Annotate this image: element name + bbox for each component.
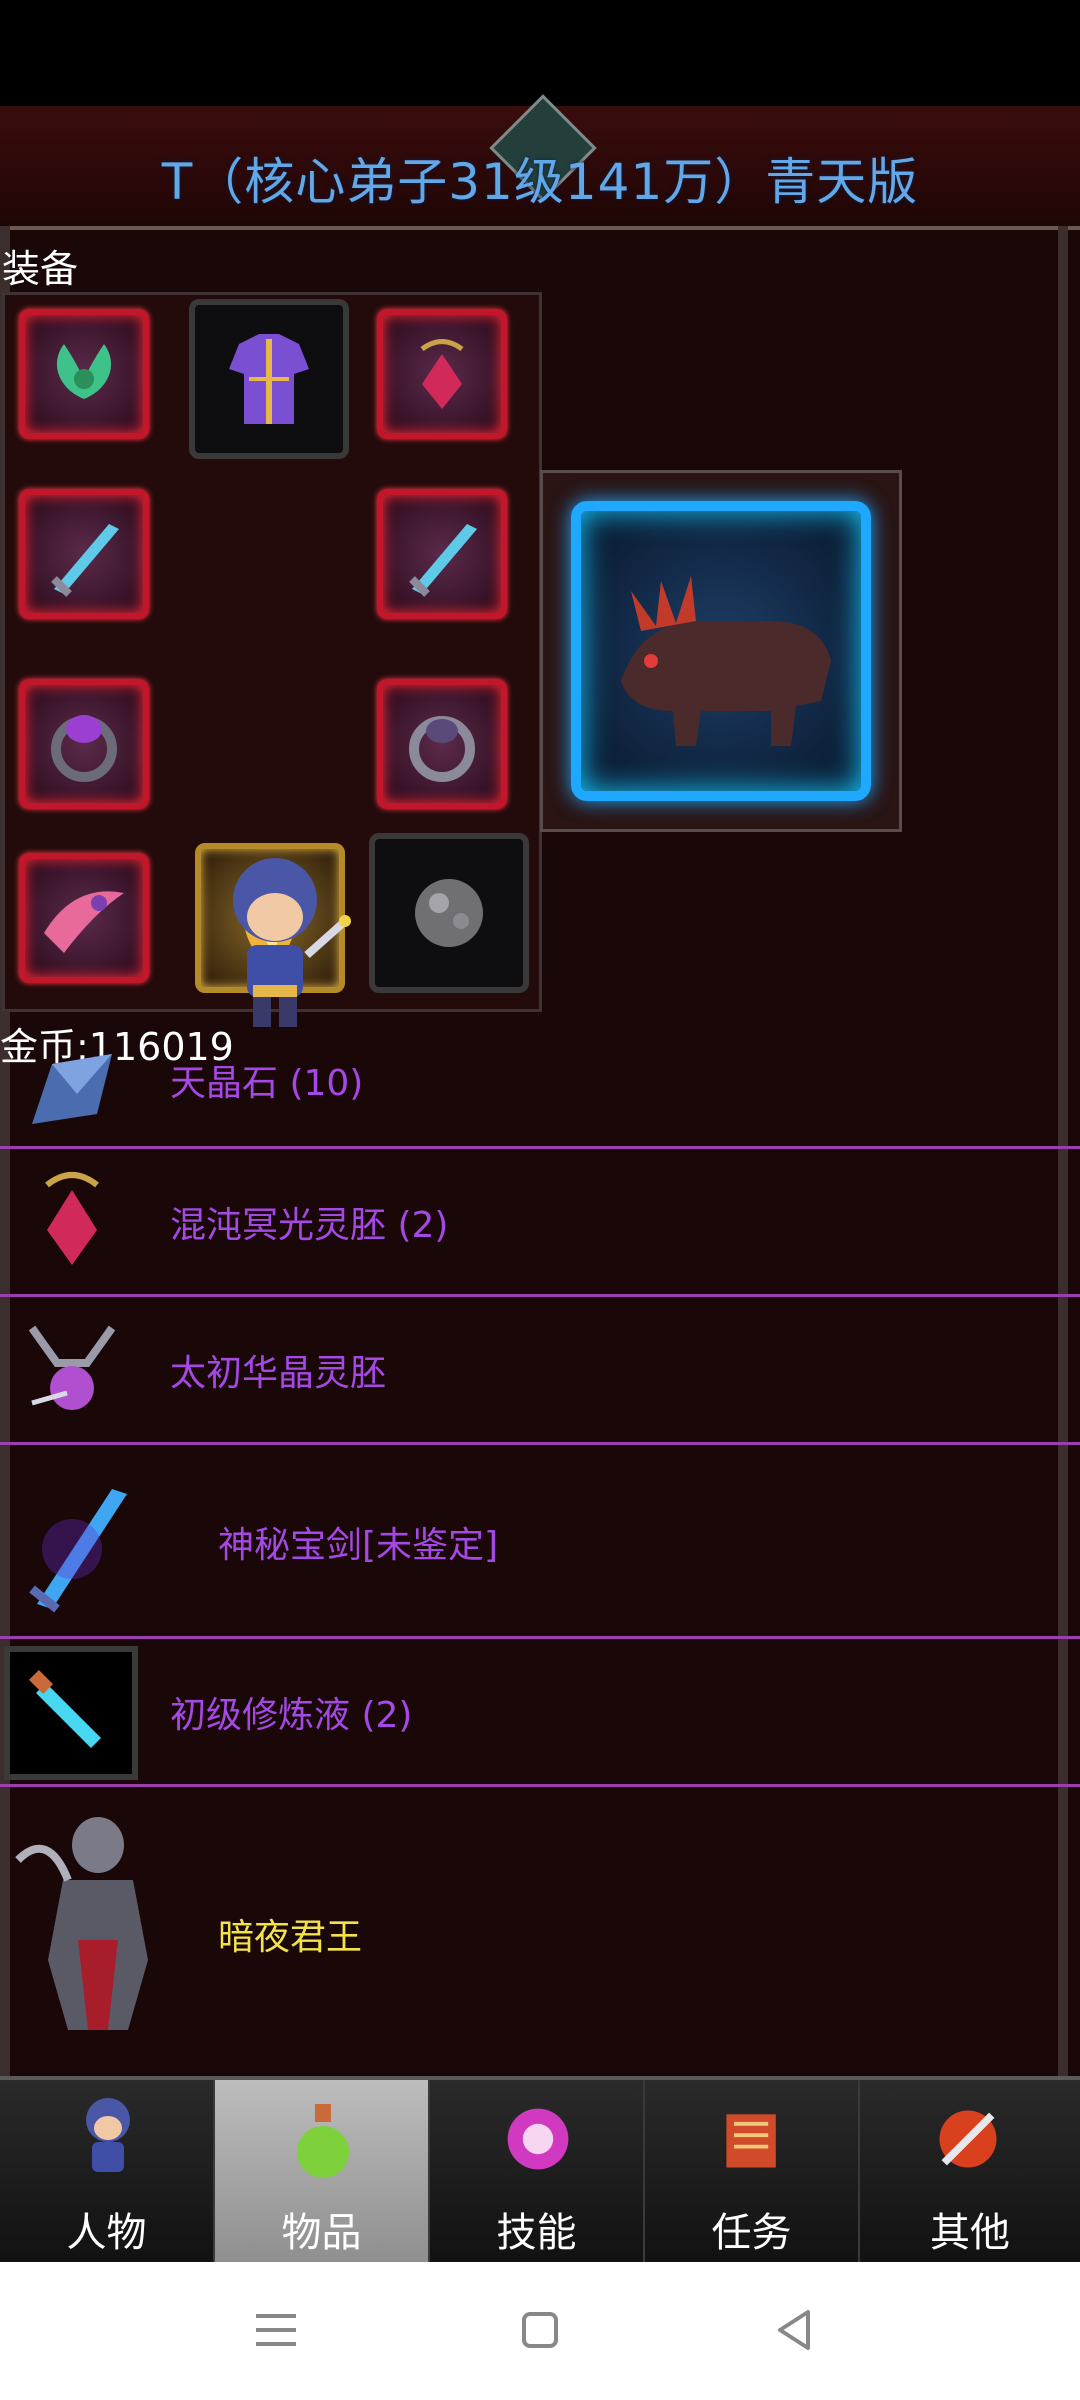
equipment-panel	[2, 292, 542, 1027]
ring-icon	[51, 715, 117, 782]
horn-icon	[44, 891, 124, 953]
quest-icon	[715, 2094, 791, 2184]
sword-icon	[409, 524, 477, 597]
equip-slot-stone[interactable]	[369, 833, 529, 993]
tab-other[interactable]: 其他	[860, 2080, 1080, 2266]
tab-skills[interactable]: 技能	[430, 2080, 645, 2266]
armor-icon	[229, 334, 309, 424]
crystal-icon	[12, 1034, 132, 1154]
item-name: 混沌冥光灵胚 (2)	[170, 1205, 449, 1246]
home-icon[interactable]	[510, 2300, 570, 2360]
list-item[interactable]: 天晶石 (10)	[0, 1052, 1080, 1149]
tab-label: 其他	[930, 2210, 1010, 2256]
list-item[interactable]: 初级修炼液 (2)	[0, 1638, 1080, 1787]
list-item[interactable]: 神秘宝剑[未鉴定]	[0, 1444, 1080, 1639]
equip-slot-ring-left[interactable]	[19, 679, 149, 809]
equip-slot-amulet[interactable]	[377, 309, 507, 439]
tab-items[interactable]: 物品	[215, 2080, 430, 2266]
equip-slot-horn[interactable]	[19, 853, 149, 983]
hero-icon[interactable]	[215, 845, 355, 1035]
item-name: 太初华晶灵胚	[170, 1353, 387, 1394]
back-icon[interactable]	[764, 2300, 824, 2360]
tab-quests[interactable]: 任务	[645, 2080, 860, 2266]
ring-icon	[409, 716, 475, 782]
item-name: 初级修炼液 (2)	[170, 1695, 413, 1736]
bottom-tab-bar: 人物 物品 技能 任务 其他	[0, 2076, 1080, 2266]
other-icon	[930, 2094, 1006, 2184]
character-icon	[70, 2094, 146, 2184]
pendant-icon	[12, 1308, 132, 1428]
amulet-icon	[420, 339, 464, 409]
amulet-icon	[12, 1160, 132, 1280]
equipment-label: 装备	[2, 247, 79, 291]
item-name: 神秘宝剑[未鉴定]	[218, 1525, 499, 1566]
tab-label: 技能	[496, 2210, 577, 2256]
equip-slot-armor[interactable]	[189, 299, 349, 459]
list-item[interactable]: 太初华晶灵胚	[0, 1296, 1080, 1445]
equip-slot-ring-right[interactable]	[377, 679, 507, 809]
tab-label: 任务	[711, 2210, 792, 2256]
status-bar	[0, 0, 1080, 106]
system-nav-bar	[0, 2262, 1080, 2400]
potion-tube-icon	[4, 1646, 138, 1780]
list-item[interactable]: 混沌冥光灵胚 (2)	[0, 1148, 1080, 1297]
page-title: T（核心弟子31级141万）青天版	[161, 153, 919, 211]
sword-icon	[51, 524, 119, 597]
dark-king-icon	[8, 1800, 178, 2060]
mount-slot[interactable]	[540, 470, 902, 832]
blue-sword-icon	[12, 1474, 142, 1614]
mount-slot-glow	[571, 501, 871, 801]
beast-icon	[621, 576, 831, 746]
stone-icon	[415, 879, 483, 947]
menu-icon[interactable]	[246, 2300, 306, 2360]
tab-label: 人物	[66, 2210, 147, 2256]
potion-icon	[285, 2094, 361, 2184]
list-item[interactable]: 暗夜君王	[0, 1786, 1080, 2074]
equip-slot-weapon-right[interactable]	[377, 489, 507, 619]
tab-character[interactable]: 人物	[0, 2080, 215, 2266]
item-name: 暗夜君王	[218, 1917, 363, 1958]
skill-icon	[500, 2094, 576, 2184]
item-name: 天晶石 (10)	[170, 1063, 364, 1104]
equip-slot-wings[interactable]	[19, 309, 149, 439]
equip-slot-weapon-left[interactable]	[19, 489, 149, 619]
wing-icon	[56, 344, 112, 399]
tab-label: 物品	[281, 2210, 362, 2256]
